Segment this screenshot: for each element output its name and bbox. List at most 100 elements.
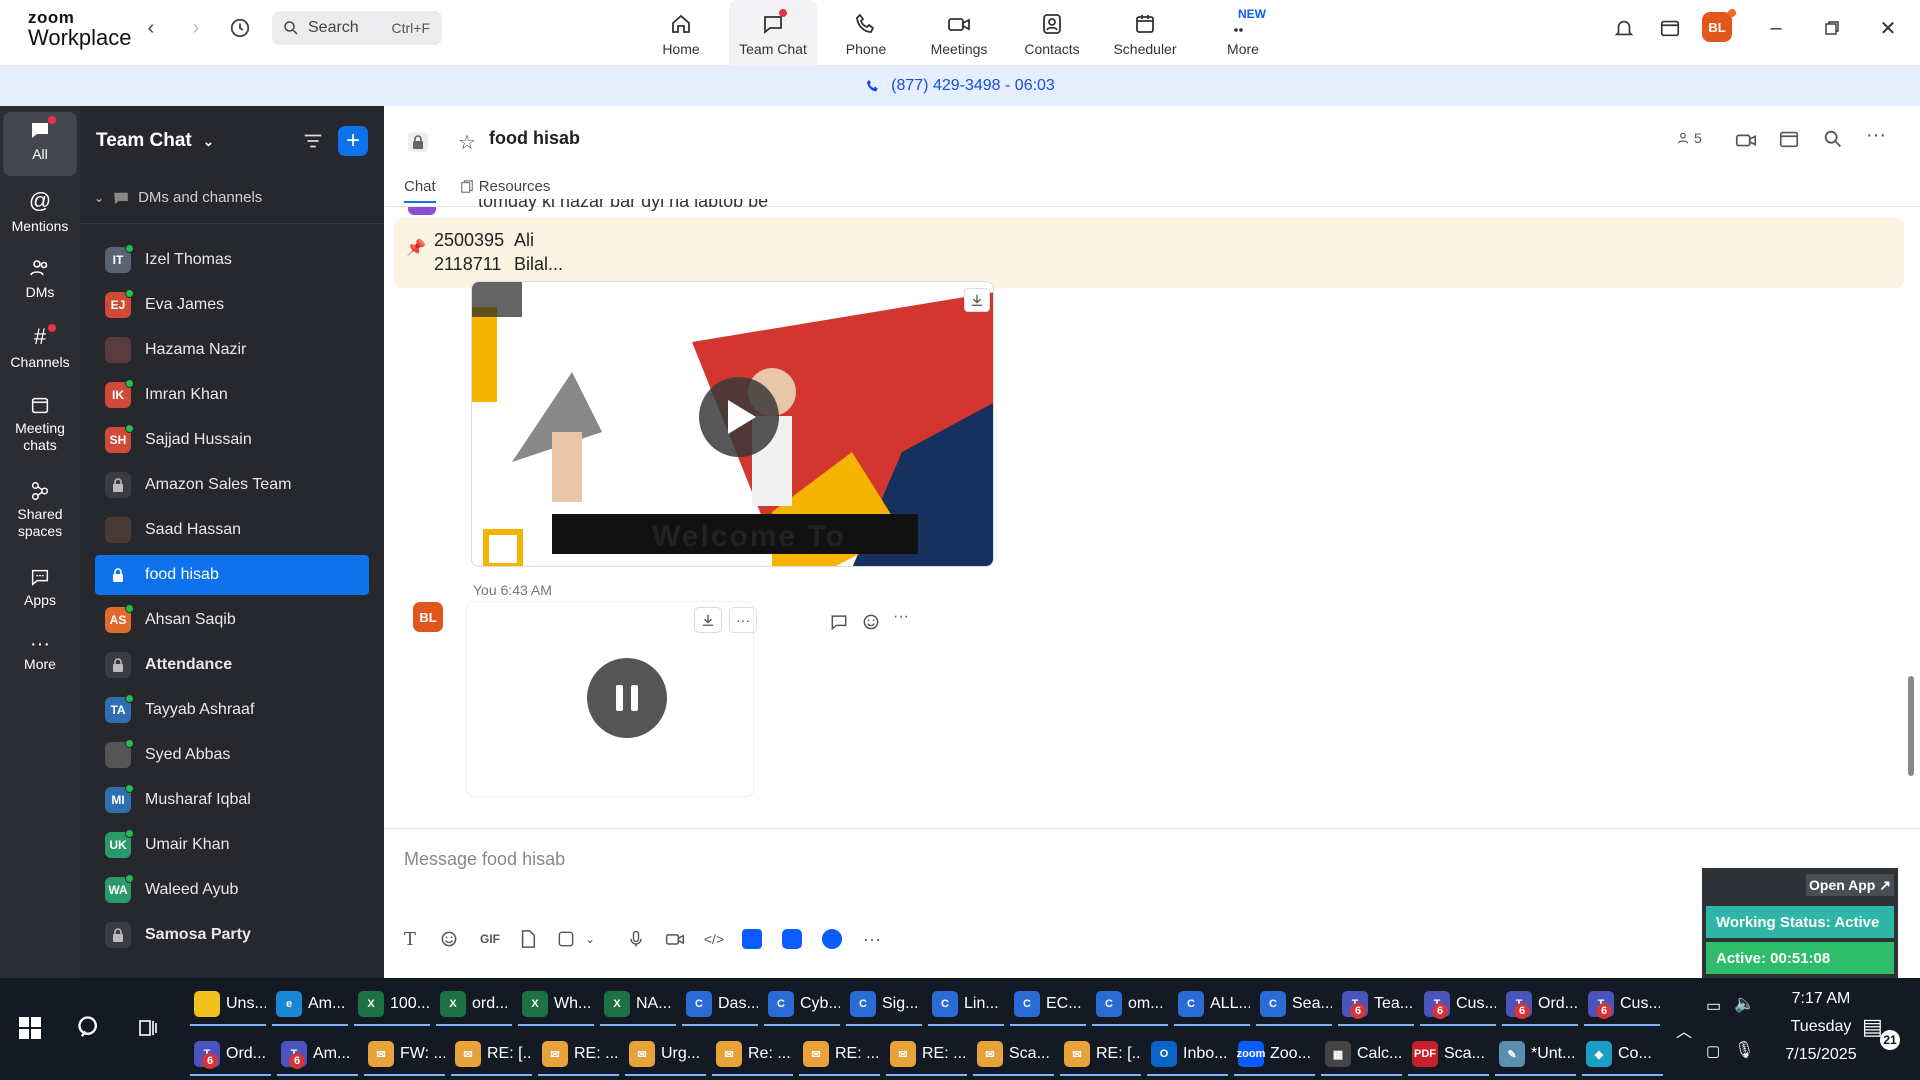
active-call-strip[interactable]: (877) 429-3498 - 06:03 — [0, 66, 1920, 106]
taskbar-app[interactable]: T6 Cus... — [1420, 982, 1496, 1026]
sidebar-contact[interactable]: AS Ahsan Saqib — [95, 600, 369, 640]
taskbar-app[interactable]: PDF Sca... — [1408, 1032, 1489, 1076]
taskbar-app[interactable]: Com... — [1092, 982, 1168, 1026]
taskbar-app[interactable]: C Sea... — [1256, 982, 1332, 1026]
taskbar-app[interactable]: ✉ Re: ... — [712, 1032, 793, 1076]
sidebar-contact[interactable]: MI Musharaf Iqbal — [95, 780, 369, 820]
history-icon[interactable] — [228, 16, 252, 40]
tab-resources[interactable]: Resources — [460, 178, 550, 195]
video-attachment[interactable]: Welcome To — [471, 281, 994, 567]
taskbar-app[interactable]: T6 Ord... — [1502, 982, 1578, 1026]
sidebar-contact[interactable]: Attendance — [95, 645, 369, 685]
search-taskbar-icon[interactable] — [76, 1014, 104, 1042]
emoji-icon[interactable] — [435, 925, 463, 953]
taskbar-app[interactable]: ✉ RE: ... — [799, 1032, 880, 1076]
taskbar-app[interactable]: ✉ Urg... — [625, 1032, 706, 1076]
taskbar-app[interactable]: Uns... — [190, 982, 266, 1026]
taskbar-app[interactable]: T6 Cus... — [1584, 982, 1660, 1026]
rail-all[interactable]: All — [0, 112, 80, 176]
composer-more-icon[interactable]: ··· — [858, 925, 886, 953]
taskbar-app[interactable]: T6 Am... — [277, 1032, 358, 1076]
sidebar-contact[interactable]: UK Umair Khan — [95, 825, 369, 865]
audio-attachment[interactable]: ··· — [466, 601, 757, 797]
star-icon[interactable]: ☆ — [458, 130, 476, 155]
back-arrow-icon[interactable]: ‹ — [139, 16, 163, 40]
search-bar[interactable]: Search Ctrl+F — [272, 11, 442, 45]
channel-search-icon[interactable] — [1822, 128, 1844, 150]
pause-button[interactable] — [587, 658, 667, 738]
tab-scheduler[interactable]: Scheduler — [1101, 0, 1189, 66]
channel-more-icon[interactable]: ··· — [1866, 124, 1886, 147]
taskbar-app[interactable]: T6 Ord... — [190, 1032, 271, 1076]
dms-and-channels-header[interactable]: ⌄ DMs and channels — [94, 189, 262, 206]
sidebar-contact[interactable]: Samosa Party — [95, 915, 369, 955]
video-call-icon[interactable] — [1734, 128, 1758, 152]
taskbar-app[interactable]: ✉ RE: [... — [451, 1032, 532, 1076]
taskbar-app[interactable]: ▦ Calc... — [1321, 1032, 1402, 1076]
taskbar-app[interactable]: C EC... — [1010, 982, 1086, 1026]
rail-mentions[interactable]: @ Mentions — [0, 188, 80, 234]
message-more-icon[interactable]: ··· — [893, 608, 909, 626]
audio-more-icon[interactable]: ··· — [729, 607, 757, 633]
reply-icon[interactable] — [829, 612, 849, 632]
sidebar-contact[interactable]: WA Waleed Ayub — [95, 870, 369, 910]
rail-apps[interactable]: Apps — [0, 566, 80, 608]
schedule-icon[interactable] — [1778, 128, 1800, 150]
volume-icon[interactable]: 🔈 — [1734, 994, 1755, 1014]
calendar-top-icon[interactable] — [1656, 14, 1684, 42]
sidebar-contact[interactable]: IT Izel Thomas — [95, 240, 369, 280]
task-view-icon[interactable] — [136, 1016, 160, 1040]
taskbar-app[interactable]: ✉ RE: ... — [538, 1032, 619, 1076]
tab-phone[interactable]: Phone — [822, 0, 910, 66]
file-icon[interactable] — [514, 925, 542, 953]
members-button[interactable]: 5 — [1676, 130, 1702, 146]
emoji-react-icon[interactable] — [861, 612, 881, 632]
taskbar-app[interactable]: C Cyb... — [764, 982, 840, 1026]
rail-channels[interactable]: # Channels — [0, 324, 80, 370]
tab-meetings[interactable]: Meetings — [915, 0, 1003, 66]
sidebar-title[interactable]: Team Chat ⌄ — [96, 130, 214, 152]
sidebar-contact[interactable]: IK Imran Khan — [95, 375, 369, 415]
app-icon-1[interactable] — [738, 925, 766, 953]
taskbar-app[interactable]: zoom Zoo... — [1234, 1032, 1315, 1076]
taskbar-app[interactable]: C Das... — [682, 982, 758, 1026]
tray-chevron-icon[interactable]: ︿ — [1676, 1018, 1692, 1042]
taskbar-app[interactable]: O Inbo... — [1147, 1032, 1228, 1076]
sidebar-contact[interactable]: SH Sajjad Hussain — [95, 420, 369, 460]
microphone-icon[interactable] — [622, 925, 650, 953]
sidebar-contact[interactable]: Saad Hassan — [95, 510, 369, 550]
sidebar-contact[interactable]: Hazama Nazir — [95, 330, 369, 370]
windows-start-icon[interactable] — [18, 1016, 42, 1040]
clock-date[interactable]: 7/15/2025 — [1776, 1046, 1866, 1064]
screenshot-dropdown-icon[interactable]: ⌄ — [576, 925, 604, 953]
clock-time[interactable]: 7:17 AM — [1776, 990, 1866, 1008]
sidebar-contact[interactable]: EJ Eva James — [95, 285, 369, 325]
network-icon[interactable]: ▢ — [1706, 1042, 1720, 1060]
close-icon[interactable]: ✕ — [1874, 14, 1902, 42]
app-icon-3[interactable] — [818, 925, 846, 953]
app-icon-2[interactable] — [778, 925, 806, 953]
battery-icon[interactable]: ▭ — [1706, 996, 1721, 1016]
sidebar-contact[interactable]: TA Tayyab Ashraaf — [95, 690, 369, 730]
rail-meeting-chats[interactable]: Meeting chats — [0, 394, 80, 454]
video-message-icon[interactable] — [661, 925, 689, 953]
taskbar-app[interactable]: X 100... — [354, 982, 430, 1026]
taskbar-app[interactable]: ✎ *Unt... — [1495, 1032, 1576, 1076]
tab-home[interactable]: Home — [637, 0, 725, 66]
tray-mic-icon[interactable]: 🎙 — [1734, 1040, 1754, 1060]
sidebar-contact[interactable]: Amazon Sales Team — [95, 465, 369, 505]
taskbar-app[interactable]: X Wh... — [518, 982, 594, 1026]
taskbar-app[interactable]: C Lin... — [928, 982, 1004, 1026]
sidebar-contact[interactable]: food hisab — [95, 555, 369, 595]
minimize-icon[interactable]: – — [1762, 14, 1790, 42]
restore-icon[interactable] — [1818, 14, 1846, 42]
new-chat-button[interactable]: + — [338, 126, 368, 156]
text-format-icon[interactable]: T — [396, 925, 424, 953]
taskbar-app[interactable]: ✉ RE: [... — [1060, 1032, 1141, 1076]
tab-team-chat[interactable]: Team Chat — [729, 0, 817, 66]
taskbar-app[interactable]: ✉ RE: ... — [886, 1032, 967, 1076]
taskbar-app[interactable]: ✉ Sca... — [973, 1032, 1054, 1076]
taskbar-app[interactable]: e Am... — [272, 982, 348, 1026]
taskbar-app[interactable]: ◆ Co... — [1582, 1032, 1663, 1076]
rail-shared-spaces[interactable]: Shared spaces — [0, 480, 80, 540]
